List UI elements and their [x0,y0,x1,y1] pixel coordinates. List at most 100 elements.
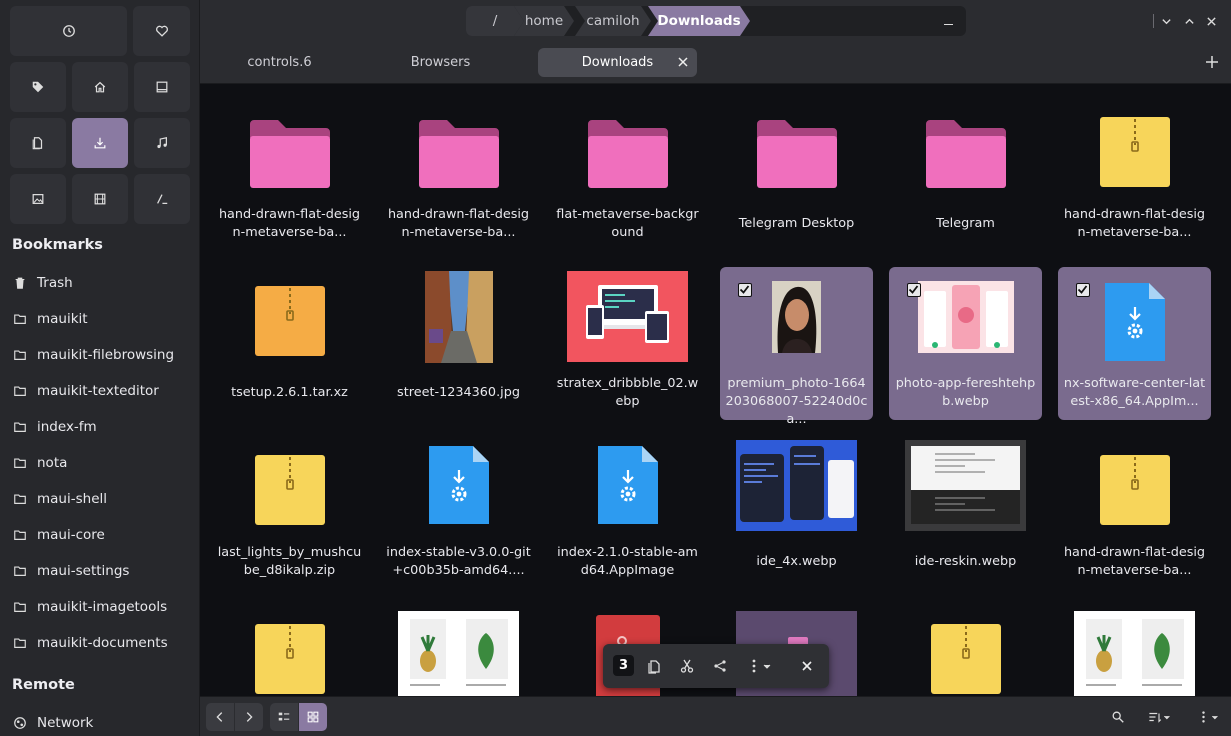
sidebar-item-mauikit-texteditor[interactable]: mauikit-texteditor [0,373,199,409]
file-item[interactable]: index-2.1.0-stable-amd64.AppImage [551,436,704,589]
crumb-camiloh[interactable]: camiloh [575,6,651,36]
maximize-button[interactable] [1181,12,1197,30]
tab-controls[interactable]: controls.6 [200,48,359,77]
tags-button[interactable] [10,62,66,112]
file-item[interactable]: Telegram [889,98,1042,251]
cut-icon[interactable] [679,658,695,674]
selection-checkbox[interactable] [907,283,921,297]
file-item[interactable] [382,605,535,696]
sort-button[interactable] [1142,703,1176,731]
file-thumbnail [551,444,704,526]
selection-checkbox[interactable] [1076,283,1090,297]
archive-icon [1099,117,1170,187]
file-item[interactable]: premium_photo-1664203068007-52240d0ca... [720,267,873,427]
file-name: photo-app-fereshtehpb.webp [895,376,1036,409]
root-button[interactable] [134,174,190,224]
file-item[interactable] [1058,605,1211,696]
tab-downloads[interactable]: Downloads [538,48,697,77]
more-menu-icon[interactable] [747,658,777,674]
file-item[interactable]: flat-metaverse-background [551,98,704,251]
menu-button[interactable] [1190,703,1224,731]
file-thumbnail [382,444,535,526]
file-item[interactable]: last_lights_by_mushcube_d8ikalp.zip [213,436,366,589]
folder-icon [14,386,26,396]
file-item[interactable]: hand-drawn-flat-design-metaverse-ba... [382,98,535,251]
minimize-button[interactable] [1158,12,1174,30]
photo-app-preview [917,281,1014,353]
file-thumbnail [382,611,535,696]
file-name: hand-drawn-flat-design-metaverse-ba... [218,207,361,240]
file-item[interactable]: ide_4x.webp [720,436,873,589]
file-thumbnail [551,271,704,362]
forward-button[interactable] [235,703,263,731]
edit-path-icon[interactable] [940,12,956,28]
ide-4x-preview [736,440,857,531]
selection-count[interactable]: 3 [613,655,634,676]
search-button[interactable] [1106,703,1130,731]
desktop-button[interactable] [134,62,190,112]
sidebar-item-mauikit-imagetools[interactable]: mauikit-imagetools [0,589,199,625]
file-name: hand-drawn-flat-design-metaverse-ba... [1063,545,1206,578]
home-button[interactable] [72,62,128,112]
list-view-button[interactable] [270,703,298,731]
back-button[interactable] [206,703,234,731]
share-icon[interactable] [712,658,728,674]
close-window-button[interactable] [1203,12,1219,30]
file-thumbnail [720,116,873,192]
file-item[interactable]: hand-drawn-flat-design-metaverse-ba... [1058,98,1211,251]
add-tab-icon[interactable] [1205,55,1219,69]
file-grid: hand-drawn-flat-design-metaverse-ba... ha… [200,84,1231,696]
favorites-button[interactable] [133,6,190,56]
file-thumbnail [382,116,535,192]
file-item[interactable]: street-1234360.jpg [382,267,535,420]
sidebar-item-nota[interactable]: nota [0,445,199,481]
downloads-button[interactable] [72,118,128,168]
file-item[interactable]: index-stable-v3.0.0-git+c00b35b-amd64...… [382,436,535,589]
sidebar-item-maui-shell[interactable]: maui-shell [0,481,199,517]
file-item[interactable]: hand-drawn-flat-design-metaverse-ba... [213,98,366,251]
sidebar-item-label: mauikit-imagetools [37,599,168,615]
sidebar-item-mauikit-filebrowsing[interactable]: mauikit-filebrowsing [0,337,199,373]
pictures-button[interactable] [10,174,66,224]
documents-button[interactable] [10,118,66,168]
folder-icon [14,350,26,360]
close-tab-icon[interactable] [676,55,690,69]
file-thumbnail [720,440,873,531]
file-item[interactable]: photo-app-fereshtehpb.webp [889,267,1042,420]
folder-icon [14,494,26,504]
file-name: tsetup.2.6.1.tar.xz [231,385,348,400]
plants-preview [398,611,519,696]
sidebar-item-mauikit-documents[interactable]: mauikit-documents [0,625,199,661]
crumb-downloads[interactable]: Downloads [648,6,750,36]
sidebar-item-mauikit[interactable]: mauikit [0,301,199,337]
grid-view-button[interactable] [299,703,327,731]
music-button[interactable] [134,118,190,168]
file-item[interactable]: hand-drawn-flat-design-metaverse-ba... [1058,436,1211,589]
file-item[interactable] [213,605,366,696]
file-item[interactable]: tsetup.2.6.1.tar.xz [213,267,366,420]
folder-icon [249,120,330,188]
sidebar: Bookmarks Trash mauikit mauikit-filebrowsi… [0,0,200,736]
sidebar-item-network[interactable]: Network [0,705,199,736]
tab-browsers[interactable]: Browsers [361,48,520,77]
file-item[interactable]: nx-software-center-latest-x86_64.AppIm..… [1058,267,1211,420]
breadcrumb[interactable]: / home camiloh Downloads [466,6,966,36]
file-thumbnail [382,271,535,363]
sidebar-item-maui-settings[interactable]: maui-settings [0,553,199,589]
recent-button[interactable] [10,6,127,56]
file-item[interactable]: ide-reskin.webp [889,436,1042,589]
file-item[interactable]: Telegram Desktop [720,98,873,251]
file-item[interactable] [889,605,1042,696]
selection-checkbox[interactable] [738,283,752,297]
copy-icon[interactable] [646,658,662,674]
file-item[interactable]: stratex_dribbble_02.webp [551,267,704,420]
sidebar-item-index-fm[interactable]: index-fm [0,409,199,445]
documents-icon [32,137,43,150]
sidebar-item-trash[interactable]: Trash [0,265,199,301]
sidebar-item-maui-core[interactable]: maui-core [0,517,199,553]
folder-icon [14,314,26,324]
tab-label: Downloads [581,55,654,70]
crumb-root[interactable]: / [466,6,524,36]
videos-button[interactable] [72,174,128,224]
clear-selection-icon[interactable] [799,658,815,674]
